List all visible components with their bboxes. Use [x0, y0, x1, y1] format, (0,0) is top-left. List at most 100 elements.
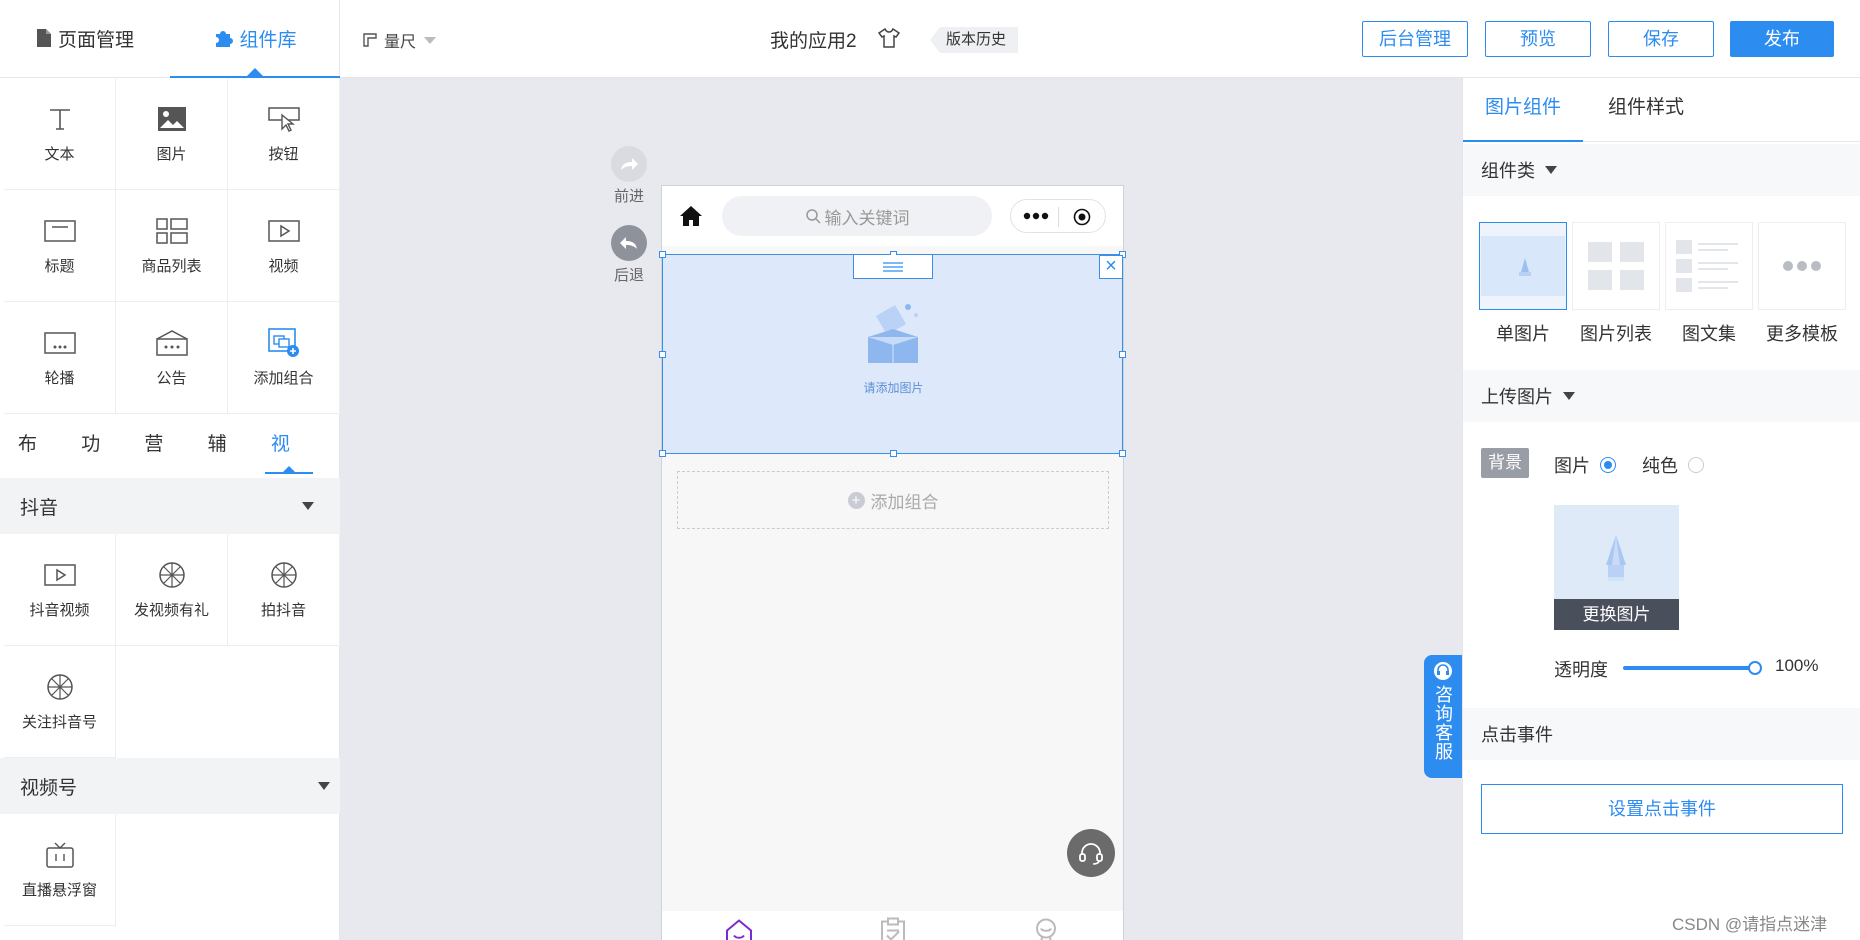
ruler-dropdown[interactable]: 量尺: [362, 28, 437, 52]
close-icon[interactable]: ×: [1099, 255, 1123, 279]
tab-video[interactable]: 视频: [264, 416, 314, 513]
phone-header: 输入关键词: [662, 186, 1123, 246]
home-icon[interactable]: [678, 204, 704, 228]
template-single-image[interactable]: 单图片: [1479, 222, 1567, 346]
save-button[interactable]: 保存: [1608, 21, 1714, 57]
drag-handle[interactable]: [853, 255, 933, 279]
selected-image-component[interactable]: × 请添加图片: [659, 251, 1126, 457]
replace-image-button[interactable]: 更换图片: [1554, 599, 1679, 630]
add-group-button[interactable]: + 添加组合: [677, 471, 1109, 529]
douyin-components-grid: 抖音视频 发视频有礼 拍抖音 关注抖音号: [4, 534, 340, 758]
tab-auxiliary[interactable]: 辅助: [208, 416, 244, 513]
text-icon: [49, 109, 70, 130]
active-caret: [247, 68, 263, 76]
image-list-icon: [1588, 242, 1644, 290]
resize-handle[interactable]: [659, 450, 666, 457]
more-dots-icon: [1783, 261, 1821, 271]
component-shoot-douyin[interactable]: 拍抖音: [228, 534, 340, 646]
opacity-slider[interactable]: [1623, 661, 1762, 675]
component-button[interactable]: 按钮: [228, 78, 340, 190]
component-douyin-video[interactable]: 抖音视频: [4, 534, 116, 646]
radio-unselected-icon[interactable]: [1688, 457, 1704, 473]
tabbar-home[interactable]: 首页: [662, 911, 816, 940]
search-icon: [805, 209, 821, 224]
resize-handle[interactable]: [1119, 450, 1126, 457]
bg-option-solid[interactable]: 纯色: [1642, 452, 1704, 478]
component-image[interactable]: 图片: [116, 78, 228, 190]
component-carousel-label: 轮播: [44, 370, 75, 387]
left-panel-tabs: 页面管理 组件库: [0, 0, 340, 78]
group-channels-header[interactable]: 视频号: [0, 758, 340, 814]
chevron-down-icon: [1563, 392, 1575, 400]
component-panel: 文本 图片 按钮 标题 商品列表 视频 轮播 公告 添加组合 布 功 营 辅 视…: [0, 78, 340, 940]
component-title[interactable]: 标题: [4, 190, 116, 302]
image-text-icon: [1676, 240, 1738, 292]
tabbar-mine[interactable]: 我的: [969, 911, 1123, 940]
tab-page-manage[interactable]: 页面管理: [0, 0, 170, 76]
aperture-icon: [270, 562, 297, 588]
group-douyin-header[interactable]: 抖音: [0, 478, 340, 534]
tab-layout[interactable]: 布局: [18, 416, 54, 513]
set-click-event-button[interactable]: 设置点击事件: [1481, 784, 1843, 834]
component-title-label: 标题: [44, 258, 75, 275]
customer-service-button[interactable]: [1067, 829, 1115, 877]
template-more[interactable]: 更多模板: [1758, 222, 1846, 346]
consult-service-tab[interactable]: 咨询客服: [1424, 655, 1462, 778]
component-text[interactable]: 文本: [4, 78, 116, 190]
slider-knob[interactable]: [1748, 661, 1762, 675]
opacity-value: 100%: [1775, 656, 1819, 675]
resize-handle[interactable]: [1119, 351, 1126, 358]
template-image-text[interactable]: 图文集: [1665, 222, 1753, 346]
tab-function[interactable]: 功能: [81, 416, 117, 513]
publish-button[interactable]: 发布: [1730, 21, 1834, 57]
component-type-header[interactable]: 组件类: [1463, 144, 1860, 196]
component-add-combo-label: 添加组合: [253, 370, 314, 387]
more-dots-icon: [1023, 212, 1049, 220]
tab-page-manage-label: 页面管理: [57, 29, 134, 51]
resize-handle[interactable]: [890, 450, 897, 457]
component-add-combo[interactable]: 添加组合: [228, 302, 340, 414]
undo-label: 后退: [613, 267, 644, 284]
component-video-gift-label: 发视频有礼: [133, 602, 209, 619]
component-video[interactable]: 视频: [228, 190, 340, 302]
theme-shirt-icon[interactable]: [877, 27, 901, 53]
chevron-down-icon: [318, 782, 330, 790]
basic-components-grid: 文本 图片 按钮 标题 商品列表 视频 轮播 公告 添加组合: [4, 78, 340, 414]
template-image-list[interactable]: 图片列表: [1572, 222, 1660, 346]
undo-button[interactable]: 后退: [604, 225, 654, 285]
button-pointer-icon: [267, 107, 300, 132]
component-product-list[interactable]: 商品列表: [116, 190, 228, 302]
tab-component-library-label: 组件库: [239, 29, 297, 51]
upload-image-header[interactable]: 上传图片: [1463, 370, 1860, 422]
redo-button[interactable]: 前进: [604, 146, 654, 206]
click-event-title: 点击事件: [1481, 725, 1553, 745]
headset-icon: [1434, 662, 1452, 680]
component-follow-douyin[interactable]: 关注抖音号: [4, 646, 116, 758]
radio-selected-icon[interactable]: [1600, 457, 1616, 473]
carousel-icon: [43, 332, 76, 354]
puzzle-icon: [216, 31, 234, 47]
title-icon: [43, 220, 76, 242]
background-image-preview: 更换图片: [1554, 505, 1679, 630]
search-input[interactable]: 输入关键词: [722, 196, 992, 236]
properties-panel: 图片组件 组件样式 组件类 单图片 图片列表 图文集 更多模板 上传图片 背景 …: [1462, 78, 1860, 940]
add-combo-icon: [267, 328, 299, 357]
component-video-gift[interactable]: 发视频有礼: [116, 534, 228, 646]
tab-marketing[interactable]: 营销: [144, 416, 180, 513]
component-carousel[interactable]: 轮播: [4, 302, 116, 414]
component-text-label: 文本: [44, 146, 75, 163]
preview-button[interactable]: 预览: [1485, 21, 1591, 57]
bg-option-image[interactable]: 图片: [1554, 452, 1616, 478]
version-history-button[interactable]: 版本历史: [930, 27, 1019, 53]
component-live-float[interactable]: 直播悬浮窗: [4, 814, 116, 926]
resize-handle[interactable]: [659, 351, 666, 358]
tab-component-style[interactable]: 组件样式: [1608, 78, 1684, 142]
component-notice[interactable]: 公告: [116, 302, 228, 414]
resize-handle[interactable]: [659, 251, 666, 258]
tabbar-orders[interactable]: 订单: [816, 911, 970, 940]
menu-lines-icon: [883, 261, 903, 272]
tab-component-library[interactable]: 组件库: [170, 0, 340, 78]
backend-manage-button[interactable]: 后台管理: [1362, 21, 1468, 57]
tab-image-component[interactable]: 图片组件: [1463, 78, 1583, 142]
mini-program-capsule[interactable]: [1010, 199, 1106, 233]
